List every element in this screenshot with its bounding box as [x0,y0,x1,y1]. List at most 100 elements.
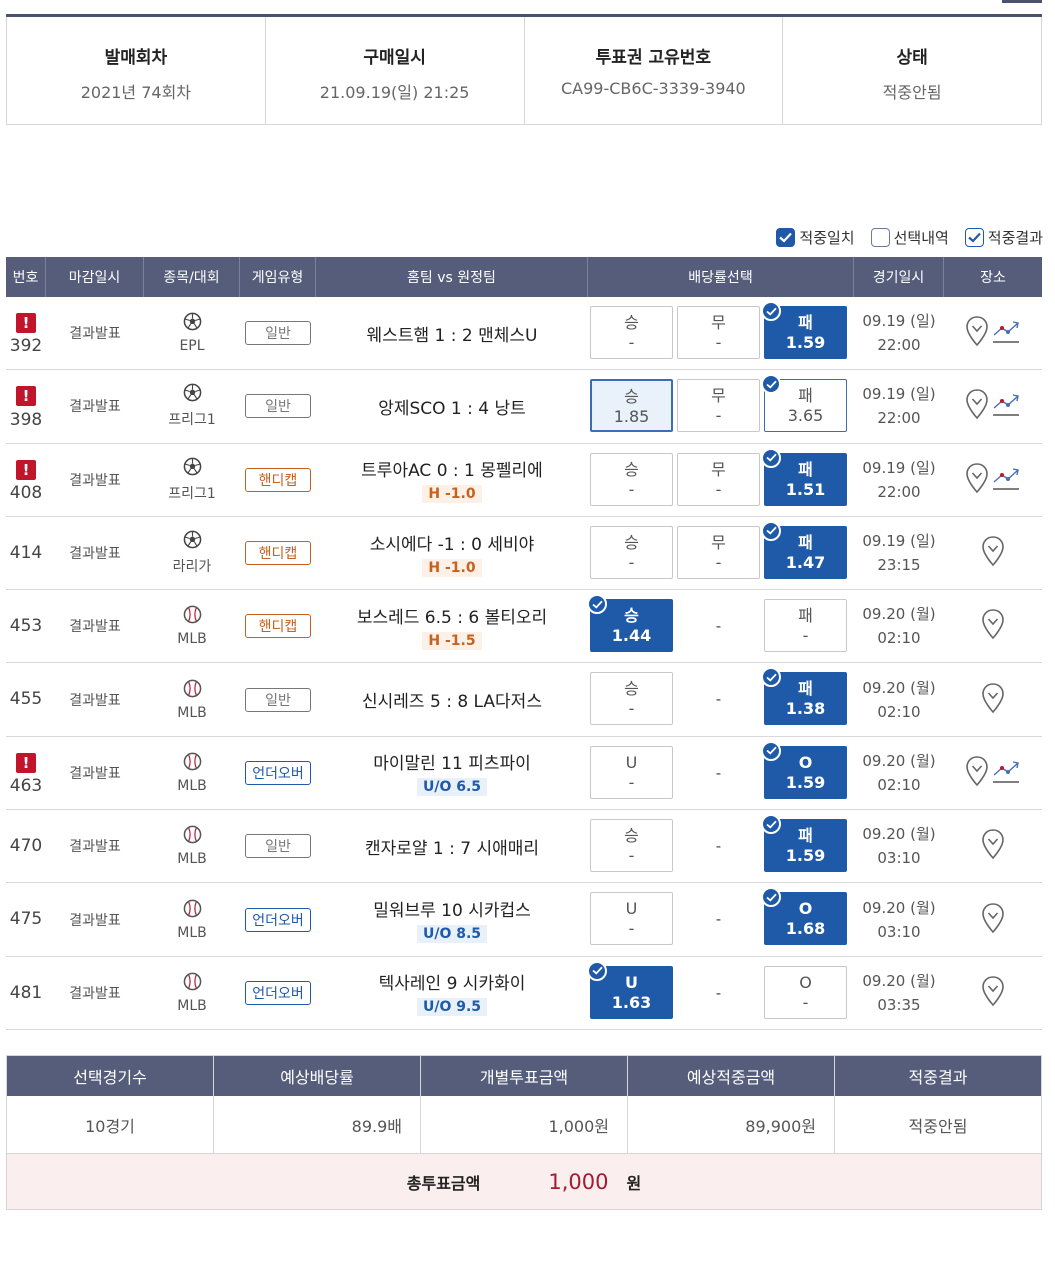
game-number: ! 392 [9,313,43,357]
odds-option[interactable]: 승 1.85 [590,379,673,433]
odds-option[interactable]: 패 1.59 [761,814,847,873]
odds-option[interactable]: 승- [590,525,673,579]
location-pin-icon[interactable] [965,315,989,351]
chart-icon[interactable] [991,391,1021,421]
league-label: MLB [177,777,207,794]
game-datetime: 09.19 (일) 22:00 [862,458,936,501]
odds-option[interactable]: U- [590,745,673,799]
sport-league: MLB [144,825,240,867]
result-check-icon [761,447,781,468]
odds-option[interactable]: 패 1.51 [761,447,847,506]
odds-option[interactable]: 승- [590,306,673,359]
odds-option[interactable]: 패 1.47 [761,520,847,579]
chart-icon[interactable] [991,318,1021,348]
odds-option[interactable]: 승- [590,452,673,506]
game-type-badge: 일반 [245,394,311,419]
odds-option[interactable]: 패 1.59 [761,301,847,359]
match-line: U/O 6.5 [416,778,488,797]
odds-option[interactable]: 승- [590,672,673,726]
odds-selection: 승 - 무 - 패 1.51 [588,444,854,516]
soccer-ball-icon [144,457,240,480]
summary-game-count: 10경기 [7,1096,214,1153]
place [944,388,1042,424]
odds-option[interactable]: 무- [677,306,760,359]
location-pin-icon[interactable] [965,462,989,498]
game-type: 일반 [240,394,316,419]
odds-option[interactable]: U- [590,892,673,946]
odds-option[interactable]: O- [764,965,847,1019]
game-number: 475 [9,909,43,930]
odds-option[interactable]: 무- [677,452,760,506]
odds-empty: - [715,690,722,709]
match: 앙제SCO 1 : 4 낭트 [316,394,588,419]
deadline: 결과발표 [69,546,121,563]
odds-option[interactable]: O 1.68 [761,887,847,946]
location-pin-icon[interactable] [965,755,989,791]
checkbox-outline-check-icon[interactable] [964,228,984,247]
soccer-ball-icon [144,312,240,335]
chart-icon[interactable] [991,465,1021,495]
soccer-ball-icon [144,530,240,553]
result-check-icon [761,301,781,321]
odds-option[interactable]: 패 1.38 [761,667,847,726]
baseball-icon [144,899,240,922]
location-pin-icon[interactable] [981,828,1005,864]
summary-result: 적중안됨 [908,1116,968,1136]
odds-option[interactable]: 승- [590,819,673,873]
location-pin-icon[interactable] [981,902,1005,938]
match: 텍사레인 9 시카화이 U/O 9.5 [316,969,588,1017]
checkbox-empty-icon[interactable] [870,228,890,247]
game-type-badge: 언더오버 [245,980,311,1005]
match: 트루아AC 0 : 1 몽펠리에 H -1.0 [316,456,588,504]
match-teams: 소시에다 -1 : 0 세비야 [369,534,535,555]
total-label: 총투표금액 [406,1173,481,1193]
game-datetime: 09.20 (월) 03:10 [862,825,936,868]
odds-option[interactable]: 패- [764,599,847,653]
odds-option[interactable]: 무- [677,525,760,579]
legend-match[interactable]: 적중일치 [776,227,855,248]
odds-option[interactable]: 승 1.44 [587,594,673,653]
table-row: 414 결과발표 라리가 핸디캡 소시에다 -1 : 0 세비야 H -1.0 승 - 무 - 패 1… [6,517,1042,591]
place [944,755,1042,791]
table-row: 453 결과발표 MLB 핸디캡 보스레드 6.5 : 6 볼티오리 H -1.5 승 1.4… [6,590,1042,664]
legend-result[interactable]: 적중결과 [964,227,1043,248]
game-datetime: 09.19 (일) 22:00 [862,385,936,428]
league-label: 프리그1 [168,412,216,429]
sport-league: MLB [144,679,240,721]
location-pin-icon[interactable] [981,535,1005,571]
odds-option[interactable]: 패 3.65 [761,374,847,433]
odds-option[interactable]: 무- [677,379,760,433]
warning-icon: ! [16,752,36,773]
legend-selection[interactable]: 선택내역 [870,227,949,248]
chart-icon[interactable] [991,758,1021,788]
game-type: 언더오버 [240,907,316,932]
game-datetime: 09.19 (일) 23:15 [862,532,936,575]
deadline: 결과발표 [69,399,121,416]
location-pin-icon[interactable] [981,975,1005,1011]
deadline: 결과발표 [69,472,121,489]
odds-option[interactable]: O 1.59 [761,740,847,799]
sport-league: 프리그1 [144,457,240,503]
location-pin-icon[interactable] [981,608,1005,644]
match-teams: 보스레드 6.5 : 6 볼티오리 [356,607,548,628]
result-check-icon [761,740,781,761]
location-pin-icon[interactable] [965,388,989,424]
location-pin-icon[interactable] [981,682,1005,718]
game-type: 언더오버 [240,980,316,1005]
col-match: 홈팀 vs 원정팀 [316,257,588,297]
match-teams: 트루아AC 0 : 1 몽펠리에 [361,461,543,482]
total-unit: 원 [626,1173,642,1193]
deadline: 결과발표 [69,985,121,1002]
odds-option[interactable]: U 1.63 [587,960,673,1019]
match-teams: 신시레즈 5 : 8 LA다저스 [362,692,542,713]
checkbox-checked-icon[interactable] [776,228,796,247]
game-type-badge: 핸디캡 [245,541,311,566]
table-row: 455 결과발표 MLB 일반 신시레즈 5 : 8 LA다저스 승 - - 패 1.38 09.2… [6,663,1042,737]
game-number: 414 [9,542,43,563]
match-teams: 마이말린 11 피츠파이 [373,754,531,775]
total-bet-row: 총투표금액 1,000 원 [7,1153,1041,1209]
sport-league: EPL [144,312,240,354]
match: 캔자로얄 1 : 7 시애매리 [316,834,588,859]
league-label: 프리그1 [168,485,216,502]
table-row: 481 결과발표 MLB 언더오버 텍사레인 9 시카화이 U/O 9.5 U 1.63 - O -… [6,957,1042,1030]
